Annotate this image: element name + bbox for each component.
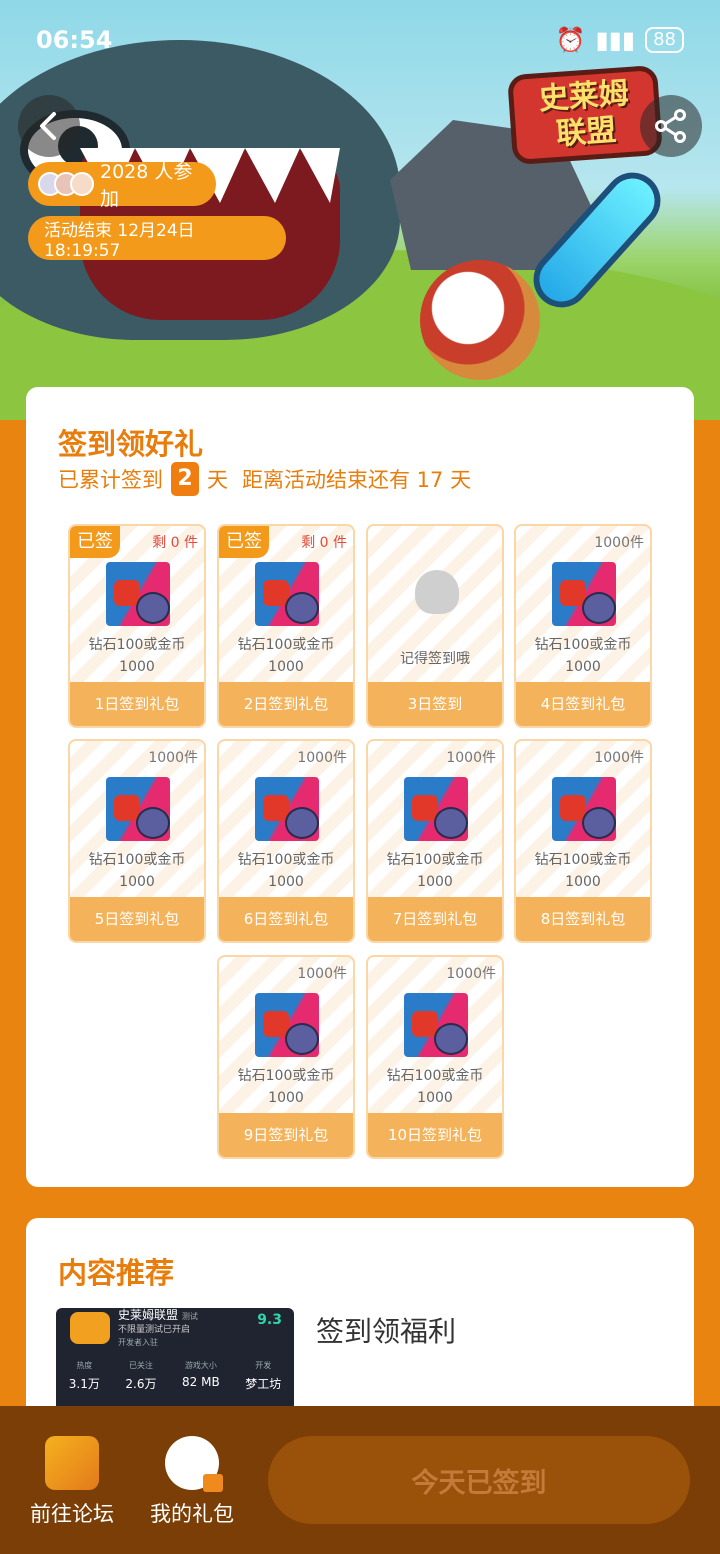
reward-desc: 钻石100或金币 1000 xyxy=(534,852,632,890)
game-logo: 史莱姆 联盟 xyxy=(507,64,663,166)
thumb-subtitle: 不限量测试已开启 xyxy=(118,1325,191,1335)
reward-label: 4日签到礼包 xyxy=(516,682,650,726)
game-reward-icon xyxy=(106,777,170,841)
stock-count: 1000件 xyxy=(297,750,347,766)
remind-text: 记得签到哦 xyxy=(400,651,470,667)
game-reward-icon xyxy=(106,562,170,626)
my-gifts-button[interactable]: 我的礼包 xyxy=(150,1436,234,1528)
reward-tile-day-9[interactable]: 1000件 钻石100或金币 1000 9日签到礼包 xyxy=(217,955,355,1159)
checkin-today-button[interactable]: 今天已签到 xyxy=(268,1436,690,1524)
share-icon xyxy=(655,109,686,143)
participants-count: 2028 人参加 xyxy=(100,161,193,210)
thumb-stats: 热度 3.1万 已关注 2.6万 游戏大小 82 MB 开发 梦工坊 xyxy=(68,1361,282,1391)
forum-label: 前往论坛 xyxy=(30,1502,114,1526)
days-remaining-text: 距离活动结束还有 17 天 xyxy=(242,468,472,492)
event-end-pill: 活动结束 12月24日 18:19:57 xyxy=(28,216,286,261)
thumb-score: 9.3 xyxy=(257,1312,282,1328)
mascot-placeholder-icon xyxy=(415,570,459,614)
remaining-count: 剩 0 件 xyxy=(301,535,347,551)
game-reward-icon xyxy=(552,562,616,626)
reward-desc: 钻石100或金币 1000 xyxy=(237,1068,335,1106)
game-reward-icon xyxy=(552,777,616,841)
reward-tile-day-1[interactable]: 已签 剩 0 件 钻石100或金币 1000 1日签到礼包 xyxy=(68,524,206,728)
game-reward-icon xyxy=(404,993,468,1057)
signed-badge: 已签 xyxy=(219,526,269,558)
thumb-game-name: 史莱姆联盟 测试 xyxy=(118,1308,198,1322)
participants-pill: 2028 人参加 xyxy=(28,161,216,210)
remaining-count: 剩 0 件 xyxy=(152,535,198,551)
recommend-title: 内容推荐 xyxy=(58,1256,175,1290)
status-bar: 06:54 ⏰ ▮▮▮ 88 xyxy=(0,26,720,58)
reward-label: 6日签到礼包 xyxy=(219,897,353,941)
participant-avatars xyxy=(38,172,94,196)
reward-desc: 钻石100或金币 1000 xyxy=(237,637,335,675)
alarm-icon: ⏰ xyxy=(555,26,586,54)
forum-game-icon xyxy=(45,1436,99,1490)
stock-count: 1000件 xyxy=(594,535,644,551)
reward-tile-day-4[interactable]: 1000件 钻石100或金币 1000 4日签到礼包 xyxy=(514,524,652,728)
reward-label: 2日签到礼包 xyxy=(219,682,353,726)
game-app-icon xyxy=(70,1312,110,1344)
back-button[interactable] xyxy=(18,95,80,157)
game-reward-icon xyxy=(255,777,319,841)
battery-indicator: 88 xyxy=(645,27,684,53)
reward-tile-day-2[interactable]: 已签 剩 0 件 钻石100或金币 1000 2日签到礼包 xyxy=(217,524,355,728)
checkin-title: 签到领好礼 xyxy=(58,427,204,461)
stock-count: 1000件 xyxy=(148,750,198,766)
reward-desc: 钻石100或金币 1000 xyxy=(386,852,484,890)
stock-count: 1000件 xyxy=(446,750,496,766)
gifts-label: 我的礼包 xyxy=(150,1502,234,1526)
signal-icon: ▮▮▮ xyxy=(595,26,636,54)
recommend-item-title[interactable]: 签到领福利 xyxy=(316,1310,456,1350)
reward-desc: 钻石100或金币 1000 xyxy=(237,852,335,890)
bottom-action-bar: 前往论坛 我的礼包 今天已签到 xyxy=(0,1406,720,1554)
event-end-text: 活动结束 12月24日 18:19:57 xyxy=(44,220,195,261)
hero-character-art xyxy=(420,260,540,380)
reward-desc: 钻石100或金币 1000 xyxy=(88,637,186,675)
days-signed-count: 2 xyxy=(171,462,199,496)
reward-label: 10日签到礼包 xyxy=(368,1113,502,1157)
forum-button[interactable]: 前往论坛 xyxy=(30,1436,114,1528)
back-arrow-icon xyxy=(40,112,56,140)
reward-tile-day-10[interactable]: 1000件 钻石100或金币 1000 10日签到礼包 xyxy=(366,955,504,1159)
stock-count: 1000件 xyxy=(594,750,644,766)
recommend-thumbnail[interactable]: 史莱姆联盟 测试 不限量测试已开启 开发者入驻 9.3 热度 3.1万 已关注 2.… xyxy=(56,1308,294,1418)
reward-tile-day-3[interactable]: 记得签到哦 3日签到 xyxy=(366,524,504,728)
stock-count: 1000件 xyxy=(446,966,496,982)
game-reward-icon xyxy=(404,777,468,841)
checkin-card: 签到领好礼 已累计签到 2 天 距离活动结束还有 17 天 已签 剩 0 件 钻… xyxy=(26,387,694,1187)
reward-desc: 钻石100或金币 1000 xyxy=(88,852,186,890)
signed-badge: 已签 xyxy=(70,526,120,558)
reward-tile-day-8[interactable]: 1000件 钻石100或金币 1000 8日签到礼包 xyxy=(514,739,652,943)
reward-label: 1日签到礼包 xyxy=(70,682,204,726)
share-button[interactable] xyxy=(640,95,702,157)
reward-label: 9日签到礼包 xyxy=(219,1113,353,1157)
status-time: 06:54 xyxy=(36,26,113,54)
game-reward-icon xyxy=(255,993,319,1057)
reward-label: 5日签到礼包 xyxy=(70,897,204,941)
checkin-summary: 已累计签到 2 天 距离活动结束还有 17 天 xyxy=(58,461,471,497)
game-reward-icon xyxy=(255,562,319,626)
reward-desc: 钻石100或金币 1000 xyxy=(386,1068,484,1106)
reward-label: 3日签到 xyxy=(368,682,502,726)
thumb-dev-note: 开发者入驻 xyxy=(118,1338,158,1347)
reward-label: 8日签到礼包 xyxy=(516,897,650,941)
reward-tile-day-5[interactable]: 1000件 钻石100或金币 1000 5日签到礼包 xyxy=(68,739,206,943)
reward-label: 7日签到礼包 xyxy=(368,897,502,941)
gift-avatar-icon xyxy=(165,1436,223,1492)
reward-tile-day-7[interactable]: 1000件 钻石100或金币 1000 7日签到礼包 xyxy=(366,739,504,943)
reward-desc: 钻石100或金币 1000 xyxy=(534,637,632,675)
reward-tile-day-6[interactable]: 1000件 钻石100或金币 1000 6日签到礼包 xyxy=(217,739,355,943)
stock-count: 1000件 xyxy=(297,966,347,982)
